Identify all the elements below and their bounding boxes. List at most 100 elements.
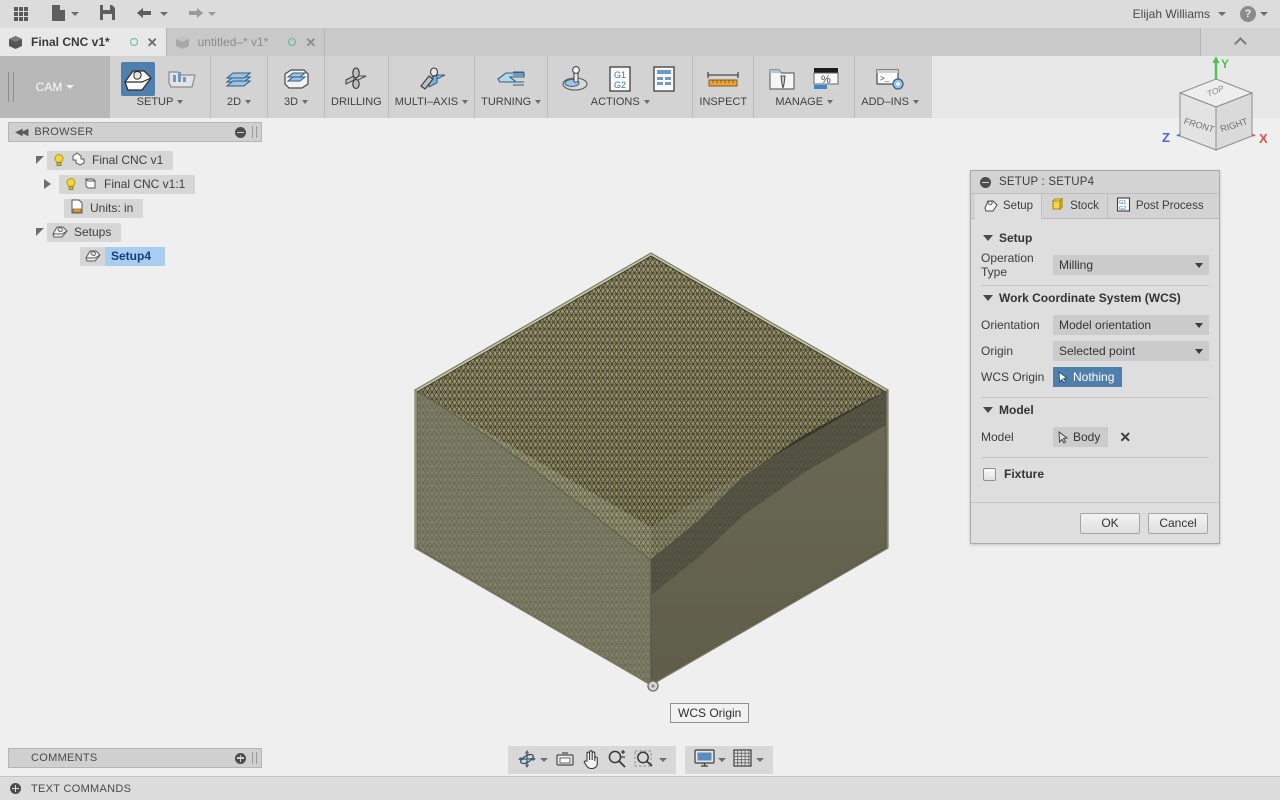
ribbon-group-label[interactable]: MANAGE [760, 96, 848, 108]
expand-toggle-icon[interactable] [36, 228, 44, 236]
close-icon[interactable]: ✕ [305, 36, 316, 49]
wcs-origin-select-button[interactable]: Nothing [1053, 367, 1123, 387]
resize-grip[interactable] [252, 752, 257, 764]
view-cube[interactable]: Y Z X TOP FRONT RIGHT [1152, 52, 1280, 172]
model-select-button[interactable]: Body [1053, 427, 1109, 447]
cursor-arrow-icon [1058, 370, 1069, 384]
ribbon-button-2d[interactable] [217, 60, 261, 96]
origin-dropdown[interactable]: Selected point [1053, 341, 1209, 361]
grid-snaps-button[interactable] [731, 748, 766, 772]
ok-button[interactable]: OK [1080, 512, 1140, 534]
clear-model-icon[interactable]: ✕ [1119, 429, 1131, 446]
nav-group-view [507, 746, 676, 774]
svg-text:G2: G2 [614, 80, 626, 90]
chevron-down-icon [1260, 12, 1268, 16]
close-icon[interactable]: ✕ [147, 36, 158, 49]
display-settings-button[interactable] [692, 748, 728, 772]
ribbon-group-label[interactable]: SETUP [116, 96, 204, 108]
file-icon [50, 4, 67, 25]
tree-row-setup4[interactable]: Setup4 [8, 244, 262, 268]
ribbon-button-setup-sheet[interactable] [642, 60, 686, 96]
zoom-button[interactable] [605, 748, 629, 772]
tree-item-label: Final CNC v1:1 [104, 177, 186, 191]
new-file-button[interactable] [42, 0, 87, 28]
comments-panel-header[interactable]: COMMENTS [8, 748, 262, 768]
expand-icon[interactable] [235, 752, 246, 764]
tree-item-label: Units: in [90, 201, 134, 215]
collapse-dialog-icon[interactable] [980, 176, 991, 188]
fixture-checkbox-row[interactable]: Fixture [983, 467, 1209, 481]
section-header-setup[interactable]: Setup [983, 231, 1209, 245]
chevron-down-icon [245, 100, 252, 104]
ribbon-button-3d[interactable] [274, 60, 318, 96]
ribbon-button-turning[interactable] [489, 60, 533, 96]
workspace-selector[interactable]: CAM [0, 56, 110, 118]
ribbon-button-setup-sheet-folder[interactable] [160, 60, 204, 96]
ribbon-button-machine[interactable]: % [804, 60, 848, 96]
document-tab-untitled[interactable]: untitled–* v1* ✕ [166, 28, 326, 56]
ribbon-group-manage: % MANAGE [754, 56, 856, 118]
visibility-bulb-icon[interactable] [52, 153, 66, 167]
2d-milling-icon [222, 62, 256, 96]
ribbon-button-inspect[interactable] [699, 60, 747, 96]
resize-grip[interactable] [252, 126, 257, 138]
ribbon-group-label[interactable]: TURNING [481, 96, 542, 108]
tree-row-final-cnc-v1-1[interactable]: Final CNC v1:1 [8, 172, 262, 196]
redo-button[interactable] [176, 0, 224, 28]
tree-row-setups[interactable]: Setups [8, 220, 262, 244]
expand-toggle-icon[interactable] [36, 156, 44, 164]
app-grid-button[interactable] [0, 0, 42, 28]
undo-button[interactable] [128, 0, 176, 28]
chevron-down-icon [983, 407, 993, 413]
ribbon-button-simulate[interactable] [554, 60, 598, 96]
orbit-pan-button[interactable] [515, 748, 550, 772]
select-value: Body [1073, 430, 1101, 444]
ribbon-group-label: INSPECT [699, 96, 748, 108]
fit-view-button[interactable] [553, 748, 577, 772]
expand-icon[interactable] [10, 783, 21, 794]
chevron-down-icon [539, 758, 548, 762]
tree-row-units[interactable]: Units: in [8, 196, 262, 220]
section-header-model[interactable]: Model [983, 403, 1209, 417]
section-header-wcs[interactable]: Work Coordinate System (WCS) [983, 291, 1209, 305]
orientation-dropdown[interactable]: Model orientation [1053, 315, 1209, 335]
document-tab-final-cnc[interactable]: Final CNC v1* ✕ [0, 28, 167, 56]
chevron-down-icon [1195, 262, 1203, 268]
cancel-button[interactable]: Cancel [1148, 512, 1208, 534]
ribbon-group-label[interactable]: 2D [217, 96, 261, 108]
ribbon-button-tool-library[interactable] [760, 60, 804, 96]
ribbon-button-post-process[interactable]: G1 G2 [598, 60, 642, 96]
minimize-icon[interactable] [235, 126, 246, 138]
user-menu[interactable]: Elijah Williams ? [1133, 6, 1280, 22]
dialog-tab-post-process[interactable]: G1 G2 Post Process [1108, 194, 1212, 218]
ribbon-group-label[interactable]: MULTI–AXIS [395, 96, 469, 108]
dialog-tab-setup[interactable]: Setup [975, 194, 1043, 219]
operation-type-dropdown[interactable]: Milling [1053, 255, 1209, 275]
fixture-checkbox[interactable] [983, 467, 996, 481]
ribbon-button-drilling[interactable] [334, 60, 378, 96]
document-cube-icon [8, 35, 23, 50]
browser-panel-header: ◀◀ BROWSER [8, 122, 262, 142]
dialog-tab-stock[interactable]: Stock [1042, 194, 1108, 218]
help-icon[interactable]: ? [1240, 6, 1256, 22]
text-commands-bar[interactable]: TEXT COMMANDS [0, 776, 1280, 800]
sync-status-icon [288, 38, 297, 46]
grid-icon [14, 7, 28, 21]
visibility-bulb-icon[interactable] [64, 177, 78, 191]
collapse-panel-icon[interactable]: ◀◀ [15, 127, 28, 138]
ribbon-group-inspect: INSPECT [693, 56, 755, 118]
ribbon-button-multiaxis[interactable] [409, 60, 453, 96]
dialog-title-label: SETUP : SETUP4 [999, 176, 1095, 188]
zoom-window-button[interactable] [632, 748, 669, 772]
sync-status-icon [129, 38, 138, 46]
ribbon-group-label[interactable]: 3D [274, 96, 318, 108]
pan-button[interactable] [580, 748, 602, 772]
save-button[interactable] [87, 0, 128, 28]
ribbon-button-setup[interactable] [116, 60, 160, 96]
tree-row-final-cnc-v1[interactable]: Final CNC v1 [8, 148, 262, 172]
wcs-origin-tooltip: WCS Origin [670, 703, 750, 723]
ribbon-group-label[interactable]: ACTIONS [554, 96, 686, 108]
ribbon-button-addins[interactable]: >_ [868, 60, 912, 96]
ribbon-group-label[interactable]: ADD–INS [861, 96, 919, 108]
expand-toggle-icon[interactable] [44, 179, 51, 189]
